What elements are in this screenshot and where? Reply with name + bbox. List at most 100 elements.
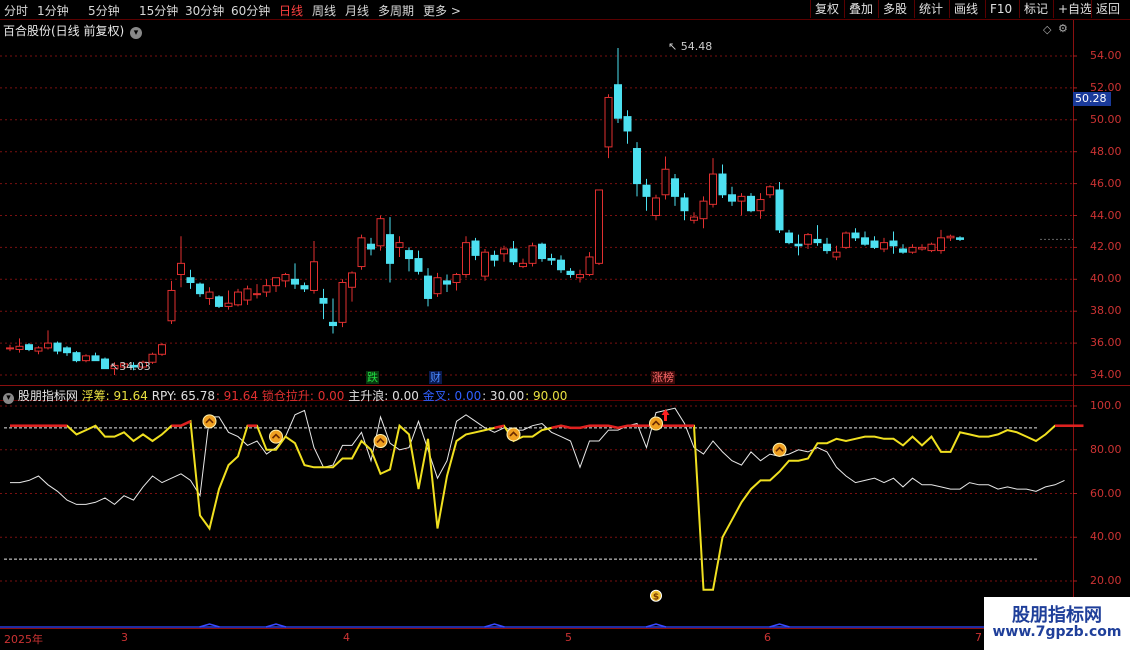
low-price-value: 34.03 (119, 360, 151, 373)
field-line-30: : 30.00 (482, 389, 525, 403)
event-list-text: 涨榜 (652, 371, 674, 384)
candle-body (699, 200, 708, 220)
signal-circle-icon (202, 414, 217, 429)
price-axis-label: 50.00 (1090, 112, 1122, 126)
collapse-icon[interactable]: ▾ (3, 393, 14, 404)
grid (0, 19, 1130, 629)
gear-icon[interactable]: ⚙ (1058, 22, 1068, 35)
date-label-4: 4 (343, 631, 350, 644)
candle-body (775, 189, 784, 231)
candle-body (262, 285, 271, 293)
candle-body (557, 259, 565, 271)
indicator-axis-label: 100.0 (1090, 399, 1122, 412)
candle-body (623, 116, 632, 132)
signal-circle-icon (506, 427, 521, 442)
event-label-finance[interactable]: 财 (429, 371, 442, 384)
indicator-axis-label: 80.00 (1090, 442, 1122, 456)
candle-body (272, 277, 280, 287)
field-line-90: : 90.00 (525, 389, 568, 403)
candle-body (908, 246, 917, 253)
candle-body (367, 243, 375, 250)
candle-body (253, 293, 261, 296)
high-price-value: 54.48 (680, 40, 713, 53)
candle-body (728, 194, 736, 202)
candle-body (785, 232, 793, 244)
watermark: 股朋指标网 www.7gpzb.com (984, 597, 1130, 650)
field-red-value: : 91.64 (215, 389, 259, 403)
indicator-lines (0, 407, 1084, 628)
candle-body (243, 288, 252, 301)
field-main-wave: 主升浪: 0.00 (348, 389, 419, 403)
candle-body (386, 234, 394, 264)
candle-body (25, 344, 33, 350)
candle-body (747, 195, 755, 212)
candle-body (452, 274, 461, 283)
candle-body (633, 148, 641, 185)
candle-body (63, 347, 71, 354)
low-price-label: ↖34.03 (110, 360, 151, 373)
event-label-list[interactable]: 涨榜 (651, 371, 675, 384)
candle-body (861, 237, 869, 245)
signal-circle-icon (649, 416, 663, 431)
candle-body (15, 345, 24, 350)
field-golden-cross: 金叉: 0.00 (422, 389, 482, 403)
candles (6, 48, 1073, 375)
candle-body (196, 283, 204, 295)
indicator-axis-label: 60.00 (1090, 486, 1122, 500)
candle-body (205, 291, 214, 299)
candle-body (538, 243, 546, 260)
high-price-label: ↖ 54.48 (668, 40, 713, 53)
candle-body (737, 195, 746, 202)
date-label-2025: 2025年 (4, 633, 43, 646)
candle-body (661, 168, 670, 196)
candle-body (186, 277, 195, 283)
signal-circle-icon (373, 434, 388, 448)
diamond-icon[interactable]: ◇ (1043, 23, 1051, 36)
candle-body (614, 84, 622, 119)
candle-body (690, 216, 698, 221)
candle-body (642, 184, 651, 197)
watermark-url: www.7gpzb.com (992, 624, 1122, 640)
candle-body (509, 248, 518, 263)
candle-body (101, 358, 109, 370)
rpy-line (10, 407, 1065, 506)
indicator-name[interactable]: 股朋指标网 (18, 389, 78, 403)
chart-canvas[interactable]: $ (0, 0, 1130, 650)
candle-body (652, 197, 660, 217)
stock-title: 百合股份(日线 前复权) (3, 24, 125, 38)
candle-body (6, 347, 14, 350)
candle-body (585, 256, 594, 276)
price-axis-label: 42.00 (1090, 240, 1122, 254)
candle-body (215, 296, 223, 307)
price-axis-label: 48.00 (1090, 144, 1122, 158)
candle-body (433, 277, 442, 295)
candle-body (443, 280, 451, 285)
candle-body (281, 274, 290, 282)
signal-circle-icon (269, 429, 283, 444)
candle-body (566, 270, 575, 276)
candle-body (927, 243, 936, 252)
candle-body (756, 199, 765, 212)
candle-body (813, 238, 822, 244)
date-label-3: 3 (121, 631, 128, 644)
candle-body (234, 291, 242, 306)
price-axis-label: 34.00 (1090, 368, 1122, 381)
candle-body (946, 235, 955, 239)
dropdown-icon[interactable]: ▾ (130, 27, 143, 39)
candle-body (766, 186, 774, 196)
indicator-legend: ▾ 股朋指标网 浮筹: 91.64 RPY: 65.78 : 91.64 锁仓拉… (3, 387, 567, 404)
candle-body (842, 232, 850, 248)
candle-body (158, 344, 166, 355)
candle-body (471, 240, 480, 256)
event-label-drop[interactable]: 跌 (366, 371, 379, 384)
event-drop-text: 跌 (367, 371, 378, 384)
candle-body (880, 242, 888, 250)
field-lock-pull: 锁仓拉升: 0.00 (261, 389, 345, 403)
candle-body (718, 173, 727, 196)
field-rpy: RPY: 65.78 (151, 389, 215, 403)
date-label-5: 5 (565, 631, 572, 644)
candle-body (329, 321, 337, 327)
candle-body (44, 342, 52, 349)
candle-body (291, 278, 299, 285)
candle-body (889, 240, 898, 247)
